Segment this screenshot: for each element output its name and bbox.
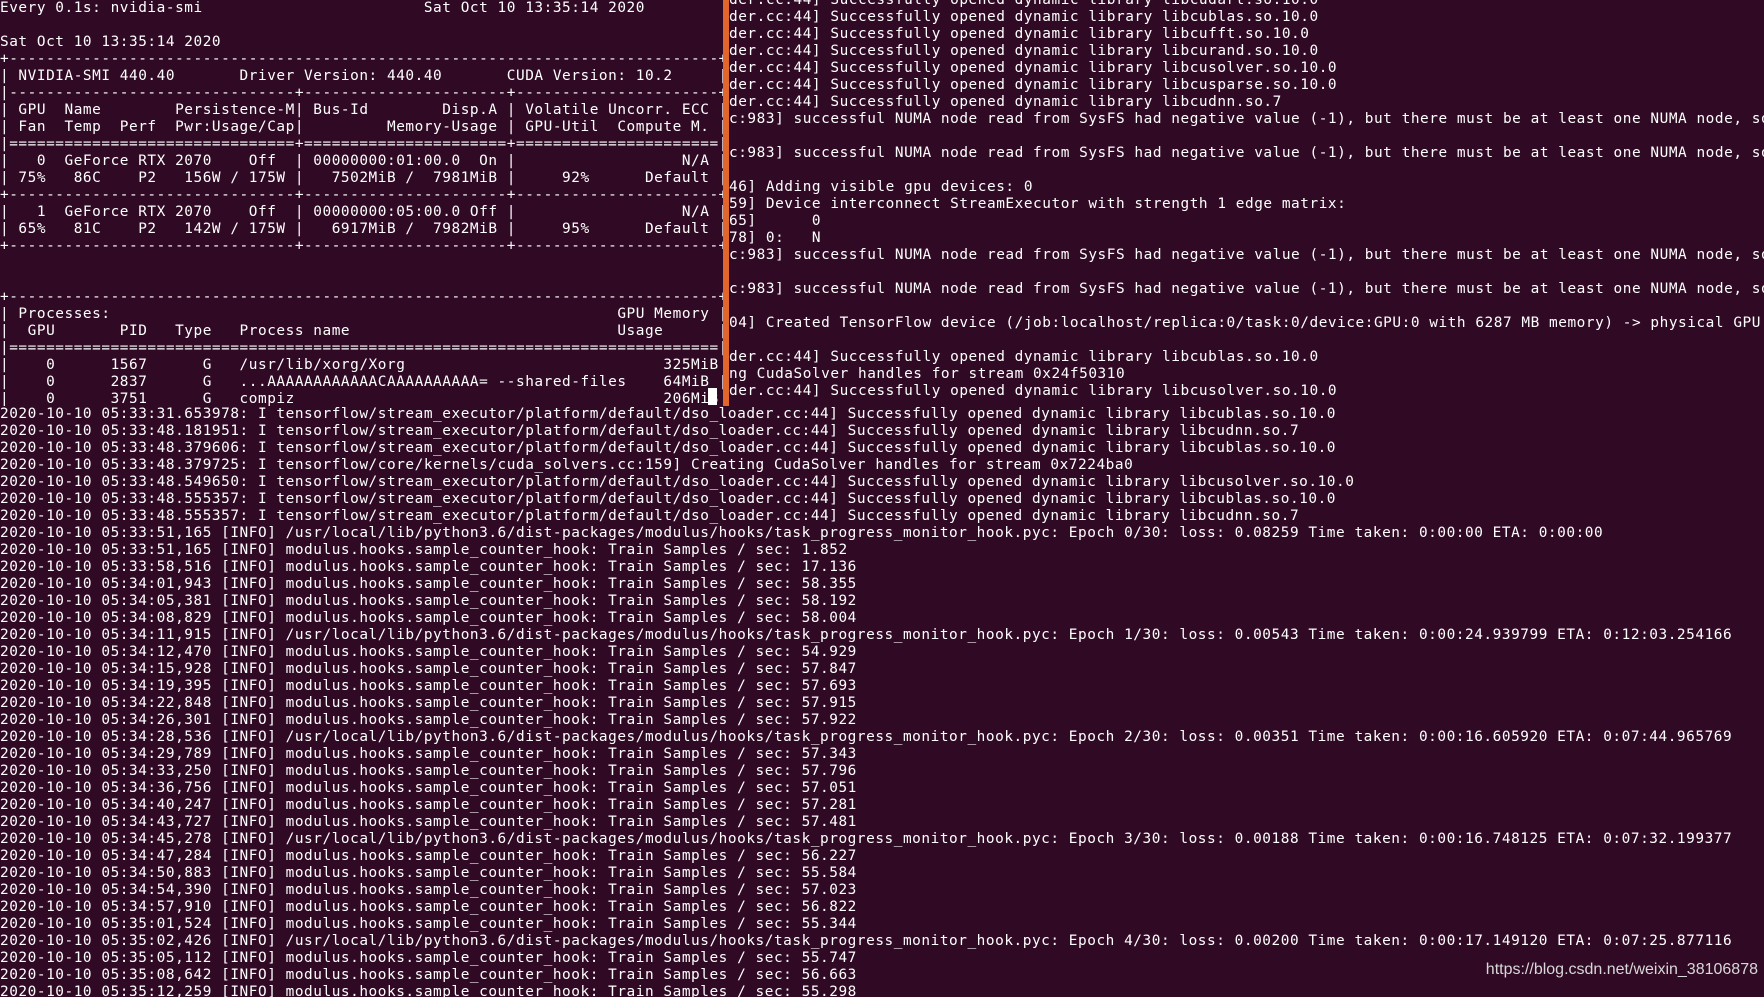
terminal-line: 2020-10-10 05:34:15,928 [INFO] modulus.h… [0, 661, 857, 677]
terminal-line: 2020-10-10 05:34:47,284 [INFO] modulus.h… [0, 848, 857, 864]
terminal-line: | NVIDIA-SMI 440.40 Driver Version: 440.… [0, 68, 723, 84]
terminal-line: der.cc:44] Successfully opened dynamic l… [729, 94, 1282, 110]
terminal-line: 2020-10-10 05:34:43,727 [INFO] modulus.h… [0, 814, 857, 830]
terminal-line: 2020-10-10 05:33:51,165 [INFO] /usr/loca… [0, 525, 1604, 541]
terminal-line: 2020-10-10 05:35:08,642 [INFO] modulus.h… [0, 967, 857, 983]
tensorflow-log-output: der.cc:44] Successfully opened dynamic l… [729, 0, 1764, 400]
terminal-line: 2020-10-10 05:34:22,848 [INFO] modulus.h… [0, 695, 857, 711]
terminal-line: 2020-10-10 05:34:33,250 [INFO] modulus.h… [0, 763, 857, 779]
terminal-line: 2020-10-10 05:34:36,756 [INFO] modulus.h… [0, 780, 857, 796]
terminal-line: c:983] successful NUMA node read from Sy… [729, 281, 1764, 297]
terminal-line: 2020-10-10 05:34:28,536 [INFO] /usr/loca… [0, 729, 1733, 745]
terminal-line: 2020-10-10 05:33:48.181951: I tensorflow… [0, 423, 1300, 439]
terminal-line: | Fan Temp Perf Pwr:Usage/Cap| Memory-Us… [0, 119, 723, 135]
terminal-line: |-------------------------------+-------… [0, 85, 723, 101]
terminal-line: 2020-10-10 05:33:48.555357: I tensorflow… [0, 491, 1337, 507]
terminal-line: der.cc:44] Successfully opened dynamic l… [729, 9, 1319, 25]
terminal-line: 2020-10-10 05:33:51,165 [INFO] modulus.h… [0, 542, 848, 558]
terminal-line: 2020-10-10 05:34:11,915 [INFO] /usr/loca… [0, 627, 1733, 643]
terminal-line: 2020-10-10 05:34:45,278 [INFO] /usr/loca… [0, 831, 1733, 847]
terminal-line: ng CudaSolver handles for stream 0x24f50… [729, 366, 1126, 382]
terminal-line: 2020-10-10 05:35:01,524 [INFO] modulus.h… [0, 916, 857, 932]
training-log-pane[interactable]: 2020-10-10 05:33:31.653978: I tensorflow… [0, 406, 1764, 997]
terminal-line: 2020-10-10 05:33:48.379606: I tensorflow… [0, 440, 1337, 456]
terminal-line: 65] 0 [729, 213, 822, 229]
terminal-line: Sat Oct 10 13:35:14 2020 [0, 34, 222, 50]
terminal-line: 2020-10-10 05:34:26,301 [INFO] modulus.h… [0, 712, 857, 728]
terminal-line: 2020-10-10 05:34:05,381 [INFO] modulus.h… [0, 593, 857, 609]
terminal-line: +---------------------------------------… [0, 51, 723, 67]
terminal-line: 2020-10-10 05:34:54,390 [INFO] modulus.h… [0, 882, 857, 898]
terminal-line: der.cc:44] Successfully opened dynamic l… [729, 43, 1319, 59]
terminal-line: | Processes: GPU Memory | [0, 306, 723, 322]
terminal-line: 59] Device interconnect StreamExecutor w… [729, 196, 1347, 212]
terminal-line: der.cc:44] Successfully opened dynamic l… [729, 383, 1338, 399]
terminal-line: | 0 GeForce RTX 2070 Off | 00000000:01:0… [0, 153, 723, 169]
training-log-output: 2020-10-10 05:33:31.653978: I tensorflow… [0, 406, 1732, 997]
terminal-line: | 0 2837 G ...AAAAAAAAAAAACAAAAAAAAAA= -… [0, 374, 723, 390]
terminal-line: 2020-10-10 05:33:48.379725: I tensorflow… [0, 457, 1134, 473]
terminal-line: der.cc:44] Successfully opened dynamic l… [729, 349, 1319, 365]
terminal-line: der.cc:44] Successfully opened dynamic l… [729, 60, 1338, 76]
nvidia-smi-output: Every 0.1s: nvidia-smi Sat Oct 10 13:35:… [0, 0, 723, 406]
terminal-line: 2020-10-10 05:34:08,829 [INFO] modulus.h… [0, 610, 857, 626]
terminal-line: c:983] successful NUMA node read from Sy… [729, 247, 1764, 263]
terminal-line: |=======================================… [0, 340, 723, 356]
tensorflow-log-pane[interactable]: der.cc:44] Successfully opened dynamic l… [729, 0, 1764, 406]
terminal-line: | 0 3751 G compiz 206MiB | [0, 391, 723, 406]
terminal-line: | 65% 81C P2 142W / 175W | 6917MiB / 798… [0, 221, 723, 237]
terminal-line: 2020-10-10 05:33:58,516 [INFO] modulus.h… [0, 559, 857, 575]
terminal-line: +-------------------------------+-------… [0, 238, 723, 254]
terminal-line: der.cc:44] Successfully opened dynamic l… [729, 0, 1319, 8]
terminal-line: 2020-10-10 05:34:01,943 [INFO] modulus.h… [0, 576, 857, 592]
terminal-line: 2020-10-10 05:35:12,259 [INFO] modulus.h… [0, 984, 857, 997]
terminal-line: 2020-10-10 05:33:31.653978: I tensorflow… [0, 406, 1337, 422]
terminal-line: 2020-10-10 05:35:05,112 [INFO] modulus.h… [0, 950, 857, 966]
terminal-line: 2020-10-10 05:33:48.549650: I tensorflow… [0, 474, 1355, 490]
terminal-line: | 1 GeForce RTX 2070 Off | 00000000:05:0… [0, 204, 723, 220]
terminal-line: | 0 1567 G /usr/lib/xorg/Xorg 325MiB | [0, 357, 723, 373]
terminal-line: |===============================+=======… [0, 136, 723, 152]
terminal-line: +-------------------------------+-------… [0, 187, 723, 203]
terminal-line: | 75% 86C P2 156W / 175W | 7502MiB / 798… [0, 170, 723, 186]
terminal-line: der.cc:44] Successfully opened dynamic l… [729, 26, 1310, 42]
terminal-line: 2020-10-10 05:33:48.555357: I tensorflow… [0, 508, 1300, 524]
terminal-line: | GPU PID Type Process name Usage | [0, 323, 723, 339]
terminal-line: +---------------------------------------… [0, 289, 723, 305]
terminal-line: 2020-10-10 05:34:29,789 [INFO] modulus.h… [0, 746, 857, 762]
terminal-line: 04] Created TensorFlow device (/job:loca… [729, 315, 1764, 331]
terminal-line: 2020-10-10 05:34:57,910 [INFO] modulus.h… [0, 899, 857, 915]
terminal-line: 46] Adding visible gpu devices: 0 [729, 179, 1034, 195]
terminal-line: 2020-10-10 05:34:19,395 [INFO] modulus.h… [0, 678, 857, 694]
terminal-cursor [708, 388, 717, 405]
terminal-line: 2020-10-10 05:34:50,883 [INFO] modulus.h… [0, 865, 857, 881]
terminal-line: der.cc:44] Successfully opened dynamic l… [729, 77, 1338, 93]
nvidia-smi-pane[interactable]: Every 0.1s: nvidia-smi Sat Oct 10 13:35:… [0, 0, 723, 406]
terminal-line: 2020-10-10 05:34:40,247 [INFO] modulus.h… [0, 797, 857, 813]
terminal-line: Every 0.1s: nvidia-smi Sat Oct 10 13:35:… [0, 0, 645, 16]
terminal-line: 2020-10-10 05:34:12,470 [INFO] modulus.h… [0, 644, 857, 660]
watermark: https://blog.csdn.net/weixin_38106878 [1485, 961, 1758, 978]
terminal-line: 78] 0: N [729, 230, 822, 246]
terminal-line: c:983] successful NUMA node read from Sy… [729, 145, 1764, 161]
terminal-line: c:983] successful NUMA node read from Sy… [729, 111, 1764, 127]
terminal-line: | GPU Name Persistence-M| Bus-Id Disp.A … [0, 102, 723, 118]
terminal-line: 2020-10-10 05:35:02,426 [INFO] /usr/loca… [0, 933, 1733, 949]
